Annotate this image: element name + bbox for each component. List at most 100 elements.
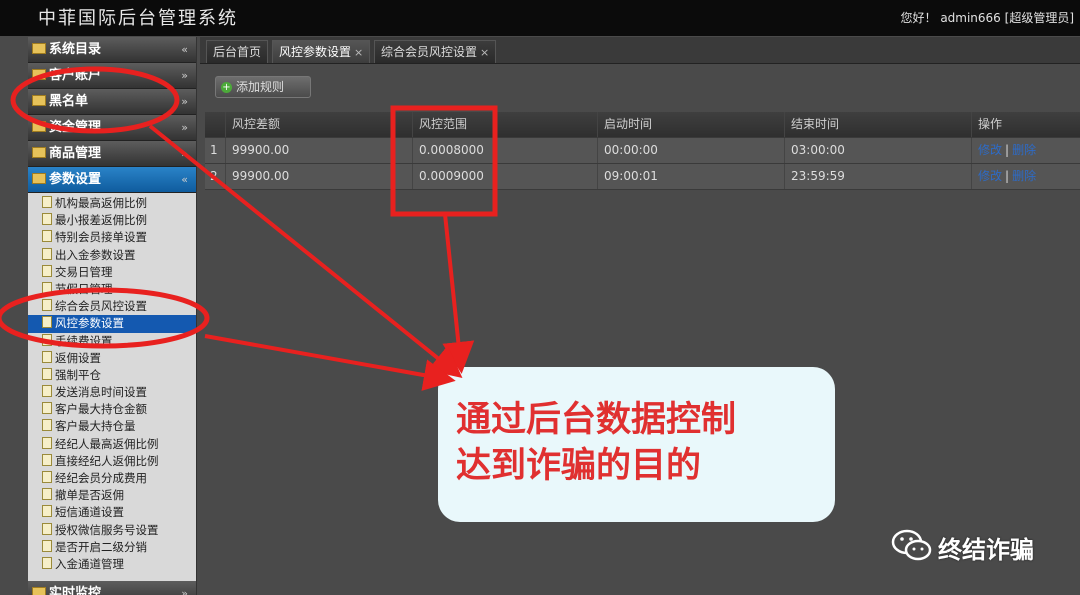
delete-link[interactable]: 删除 — [1012, 169, 1036, 183]
document-icon — [42, 402, 52, 415]
sidebar-item-label: 经纪人最高返佣比例 — [55, 436, 159, 451]
sidebar-item[interactable]: 是否开启二级分销 — [28, 539, 196, 556]
collapse-icon[interactable]: « — [181, 37, 188, 63]
chevron-down-icon[interactable]: » — [181, 63, 188, 89]
user-greeting: 您好！ admin666 [超级管理员] — [900, 11, 1075, 25]
sidebar-item-label: 强制平仓 — [55, 367, 101, 382]
sidebar-item-label: 客户最大持仓量 — [55, 419, 136, 434]
chevron-down-icon[interactable]: » — [181, 141, 188, 167]
sidebar-item[interactable]: 节假日管理 — [28, 281, 196, 298]
chevron-down-icon[interactable]: » — [181, 89, 188, 115]
sidebar-item-label: 风控参数设置 — [55, 316, 124, 331]
close-icon[interactable]: × — [354, 46, 363, 59]
tab-bar: 后台首页 风控参数设置 × 综合会员风控设置 × — [200, 37, 1080, 64]
close-icon[interactable]: × — [480, 46, 489, 59]
sidebar-item[interactable]: 直接经纪人返佣比例 — [28, 453, 196, 470]
sidebar-section-blacklist[interactable]: 黑名单» — [28, 89, 196, 115]
sidebar-item[interactable]: 撤单是否返佣 — [28, 487, 196, 504]
document-icon — [42, 299, 52, 312]
sidebar-section-parameters[interactable]: 参数设置 « — [28, 167, 196, 193]
sidebar-item[interactable]: 经纪人最高返佣比例 — [28, 436, 196, 453]
document-icon — [42, 281, 52, 294]
table-cell: 00:00:00 — [597, 138, 784, 163]
table-cell: 99900.00 — [225, 138, 412, 163]
folder-icon — [32, 69, 46, 80]
sidebar-item-label: 发送消息时间设置 — [55, 385, 147, 400]
document-icon — [42, 453, 52, 466]
document-icon — [42, 385, 52, 398]
sidebar-item-label: 授权微信服务号设置 — [55, 522, 159, 537]
action-separator: | — [1005, 169, 1010, 183]
sidebar-item[interactable]: 授权微信服务号设置 — [28, 522, 196, 539]
sidebar-item[interactable]: 综合会员风控设置 — [28, 298, 196, 315]
document-icon — [42, 196, 52, 208]
tab-member-risk[interactable]: 综合会员风控设置 × — [374, 40, 497, 63]
chevron-down-icon[interactable]: » — [181, 115, 188, 141]
table-cell: 0.0008000 — [412, 138, 597, 163]
column-header: 操作 — [971, 112, 1080, 137]
edit-link[interactable]: 修改 — [978, 143, 1002, 157]
tab-risk-params[interactable]: 风控参数设置 × — [272, 40, 371, 63]
sidebar-item[interactable]: 风控参数设置 — [28, 315, 196, 333]
sidebar-section-funds[interactable]: 资金管理» — [28, 115, 196, 141]
action-separator: | — [1005, 143, 1010, 157]
sidebar-item[interactable]: 机构最高返佣比例 — [28, 195, 196, 212]
sidebar-item-label: 客户最大持仓金额 — [55, 402, 147, 417]
sidebar-item[interactable]: 短信通道设置 — [28, 504, 196, 521]
sidebar-item-label: 经纪会员分成费用 — [55, 471, 147, 485]
column-header[interactable]: 结束时间 — [784, 112, 971, 137]
table-cell: 0.0009000 — [412, 164, 597, 189]
document-icon — [42, 316, 52, 329]
column-header[interactable]: 风控差额 — [225, 112, 412, 137]
table-row[interactable]: 1 99900.00 0.0008000 00:00:00 03:00:00 修改 | 删除 — [205, 138, 1080, 164]
table-cell: 09:00:01 — [597, 164, 784, 189]
table-header: 风控差额 风控范围 启动时间 结束时间 操作 — [205, 112, 1080, 138]
wechat-icon — [891, 529, 932, 561]
sidebar-item-label: 直接经纪人返佣比例 — [55, 453, 159, 468]
tab-home[interactable]: 后台首页 — [206, 40, 269, 63]
sidebar-item-label: 节假日管理 — [55, 281, 113, 296]
sidebar-section-products[interactable]: 商品管理» — [28, 141, 196, 167]
column-header[interactable]: 风控范围 — [412, 112, 597, 137]
sidebar-section-customer-accounts[interactable]: 客户账户» — [28, 63, 196, 89]
column-header[interactable]: 启动时间 — [597, 112, 784, 137]
sidebar-item[interactable]: 客户最大持仓量 — [28, 418, 196, 435]
sidebar-item[interactable]: 出入金参数设置 — [28, 247, 196, 264]
sidebar-item[interactable]: 发送消息时间设置 — [28, 384, 196, 401]
sidebar-item-label: 机构最高返佣比例 — [55, 196, 147, 210]
sidebar-item[interactable]: 经纪会员分成费用 — [28, 470, 196, 487]
edit-link[interactable]: 修改 — [978, 169, 1002, 183]
app-title: 中菲国际后台管理系统 — [38, 8, 238, 29]
chevron-up-icon[interactable]: « — [181, 167, 188, 193]
sidebar-item-label: 返佣设置 — [55, 350, 101, 365]
document-icon — [42, 367, 52, 380]
sidebar-item[interactable]: 入金通道管理 — [28, 556, 196, 573]
sidebar-item[interactable]: 客户最大持仓金额 — [28, 401, 196, 418]
sidebar-item[interactable]: 强制平仓 — [28, 367, 196, 384]
document-icon — [42, 436, 52, 449]
sidebar-item[interactable]: 手续费设置 — [28, 333, 196, 350]
sidebar-item-label: 入金通道管理 — [55, 556, 124, 571]
callout-box: 通过后台数据控制 达到诈骗的目的 — [438, 367, 835, 522]
sidebar-item[interactable]: 特别会员接单设置 — [28, 229, 196, 246]
home-icon — [32, 43, 46, 54]
document-icon — [42, 264, 52, 277]
document-icon — [42, 522, 52, 535]
sidebar-item-label: 综合会员风控设置 — [55, 299, 147, 314]
callout-line: 通过后台数据控制 — [456, 400, 737, 440]
sidebar: 系统目录 « 客户账户» 黑名单» 资金管理» 商品管理» 参数设置 « 机构最高返… — [28, 37, 197, 595]
sidebar-item[interactable]: 交易日管理 — [28, 264, 196, 281]
risk-params-table: 风控差额 风控范围 启动时间 结束时间 操作 1 99900.00 0.000800… — [205, 112, 1080, 190]
add-rule-button[interactable]: + 添加规则 — [215, 76, 311, 98]
sidebar-section-system-menu[interactable]: 系统目录 « — [28, 37, 196, 63]
sidebar-section-live-monitor[interactable]: 实时监控» — [28, 581, 196, 595]
document-icon — [42, 505, 52, 518]
sidebar-item[interactable]: 最小报差返佣比例 — [28, 212, 196, 229]
chevron-down-icon[interactable]: » — [181, 581, 188, 595]
table-row[interactable]: 2 99900.00 0.0009000 09:00:01 23:59:59 修改 | 删除 — [205, 164, 1080, 190]
folder-icon — [32, 587, 46, 595]
sidebar-item[interactable]: 返佣设置 — [28, 350, 196, 367]
document-icon — [42, 333, 52, 346]
row-actions: 修改 | 删除 — [971, 138, 1080, 163]
delete-link[interactable]: 删除 — [1012, 143, 1036, 157]
